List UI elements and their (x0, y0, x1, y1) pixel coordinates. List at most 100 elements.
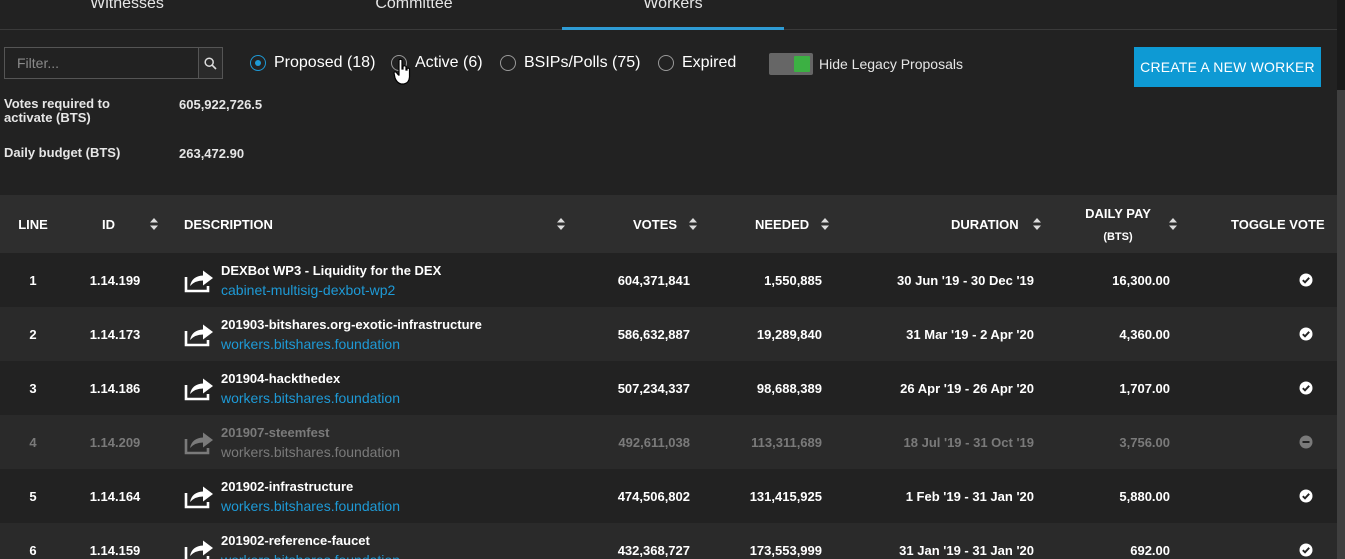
description-text: 201907-steemfest workers.bitshares.found… (221, 425, 400, 460)
row-duration: 31 Jan '19 - 31 Jan '20 (899, 542, 1034, 558)
worker-link[interactable]: workers.bitshares.foundation (221, 498, 400, 514)
header-duration[interactable]: DURATION (951, 195, 1019, 253)
header-needed-label: NEEDED (755, 216, 810, 232)
row-description: 201903-bitshares.org-exotic-infrastructu… (184, 307, 584, 361)
header-description[interactable]: DESCRIPTION (184, 195, 273, 253)
sort-id-icon[interactable] (149, 195, 159, 253)
radio-dot (250, 55, 266, 71)
row-id: 1.14.186 (89, 380, 141, 396)
toggle-vote-button[interactable] (1291, 253, 1321, 307)
row-needed: 98,688,389 (756, 380, 822, 396)
sort-needed-icon[interactable] (820, 195, 830, 253)
description-text: 201904-hackthedex workers.bitshares.foun… (221, 371, 400, 406)
row-votes: 492,611,038 (618, 434, 690, 450)
row-daily-pay: 16,300.00 (1112, 272, 1170, 288)
radio-label: Proposed (18) (274, 54, 376, 71)
sort-daily-pay-icon[interactable] (1168, 195, 1178, 253)
worker-link[interactable]: workers.bitshares.foundation (221, 552, 400, 559)
row-duration: 31 Mar '19 - 2 Apr '20 (906, 326, 1034, 342)
row-id: 1.14.209 (89, 434, 141, 450)
scrollbar-thumb[interactable] (1337, 90, 1345, 559)
header-daily-pay[interactable]: DAILY PAY (BTS) (1080, 195, 1156, 253)
toggle-vote-button[interactable] (1291, 307, 1321, 361)
header-needed[interactable]: NEEDED (755, 195, 809, 253)
row-votes: 586,632,887 (617, 326, 690, 342)
share-arrow-icon[interactable] (184, 483, 214, 509)
create-worker-button[interactable]: CREATE A NEW WORKER (1134, 47, 1321, 87)
row-line: 1 (29, 272, 37, 288)
header-votes[interactable]: VOTES (633, 195, 677, 253)
radio-expired[interactable]: Expired (658, 54, 736, 72)
header-daily-pay-unit: (BTS) (1103, 230, 1133, 243)
share-arrow-icon[interactable] (184, 375, 214, 401)
filter-box (4, 47, 223, 79)
row-daily-pay: 5,880.00 (1119, 488, 1170, 504)
worker-title: 201903-bitshares.org-exotic-infrastructu… (221, 316, 482, 332)
votes-required-label: Votes required to activate (BTS) (4, 96, 110, 125)
toggle-vote-button[interactable] (1291, 469, 1321, 523)
row-duration: 30 Jun '19 - 30 Dec '19 (897, 272, 1034, 288)
scrollbar[interactable] (1337, 0, 1345, 559)
header-votes-label: VOTES (633, 216, 678, 232)
row-description: DEXBot WP3 - Liquidity for the DEX cabin… (184, 253, 584, 307)
worker-link[interactable]: workers.bitshares.foundation (221, 444, 400, 460)
row-duration: 26 Apr '19 - 26 Apr '20 (900, 380, 1034, 396)
header-id-label: ID (102, 216, 115, 232)
tab-committee[interactable]: Committee (303, 0, 525, 30)
toggle-vote-button[interactable] (1291, 361, 1321, 415)
row-line: 2 (29, 326, 37, 342)
share-arrow-icon[interactable] (184, 429, 214, 455)
row-needed: 1,550,885 (764, 272, 822, 288)
checkmark-icon (1299, 273, 1313, 287)
header-description-label: DESCRIPTION (184, 216, 273, 232)
sort-duration-icon[interactable] (1032, 195, 1042, 253)
table-row: 3 1.14.186 201904-hackthedex workers.bit… (0, 361, 1337, 415)
header-line-label: LINE (18, 216, 48, 232)
row-daily-pay: 692.00 (1130, 542, 1170, 558)
description-text: DEXBot WP3 - Liquidity for the DEX cabin… (221, 263, 441, 298)
row-line: 4 (29, 434, 37, 450)
header-duration-label: DURATION (951, 216, 1019, 232)
row-needed: 113,311,689 (751, 434, 822, 450)
checkmark-icon (1299, 381, 1313, 395)
search-icon (204, 56, 217, 70)
worker-link[interactable]: workers.bitshares.foundation (221, 390, 400, 406)
row-needed: 19,289,840 (756, 326, 822, 342)
share-arrow-icon[interactable] (184, 537, 214, 559)
worker-link[interactable]: workers.bitshares.foundation (221, 336, 482, 352)
radio-proposed[interactable]: Proposed (18) (250, 54, 375, 72)
worker-title: 201904-hackthedex (221, 370, 341, 386)
row-duration: 18 Jul '19 - 31 Oct '19 (903, 434, 1034, 450)
hide-legacy-toggle[interactable] (769, 53, 813, 75)
table-row: 5 1.14.164 201902-infrastructure workers… (0, 469, 1337, 523)
row-id: 1.14.173 (89, 326, 141, 342)
radio-bsips-polls[interactable]: BSIPs/Polls (75) (500, 54, 640, 72)
row-daily-pay: 1,707.00 (1119, 380, 1170, 396)
table-header: LINE ID DESCRIPTION VOTES NEEDED DURATIO… (0, 195, 1337, 253)
worker-title: 201902-infrastructure (221, 478, 354, 494)
row-votes: 507,234,337 (617, 380, 690, 396)
row-description: 201907-steemfest workers.bitshares.found… (184, 415, 584, 469)
worker-title: 201907-steemfest (221, 424, 330, 440)
sort-votes-icon[interactable] (688, 195, 698, 253)
filter-input[interactable] (5, 48, 198, 78)
votes-required-value: 605,922,726.5 (179, 97, 263, 112)
header-id[interactable]: ID (102, 195, 115, 253)
share-arrow-icon[interactable] (184, 267, 214, 293)
minus-icon (1299, 435, 1313, 449)
row-needed: 173,553,999 (749, 542, 822, 558)
toggle-vote-button[interactable] (1291, 415, 1321, 469)
row-description: 201902-reference-faucet workers.bitshare… (184, 523, 584, 559)
toggle-vote-button[interactable] (1291, 523, 1321, 559)
row-daily-pay: 3,756.00 (1119, 434, 1170, 450)
sort-description-icon[interactable] (556, 195, 566, 253)
search-button[interactable] (198, 48, 222, 78)
radio-dot (658, 55, 674, 71)
tab-witnesses[interactable]: Witnesses (16, 0, 238, 30)
header-daily-pay-label: DAILY PAY (1085, 205, 1151, 221)
description-text: 201903-bitshares.org-exotic-infrastructu… (221, 317, 482, 352)
share-arrow-icon[interactable] (184, 321, 214, 347)
tab-workers[interactable]: Workers (562, 0, 784, 30)
worker-link[interactable]: cabinet-multisig-dexbot-wp2 (221, 282, 441, 298)
radio-label: Expired (682, 54, 737, 71)
